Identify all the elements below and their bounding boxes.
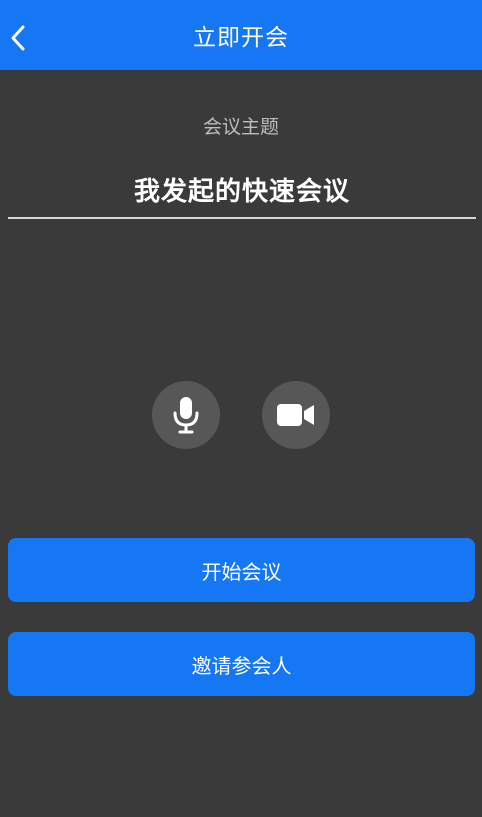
microphone-toggle-button[interactable] [152,381,220,449]
meeting-topic-input[interactable] [8,165,476,213]
camera-toggle-button[interactable] [262,381,330,449]
video-camera-icon [277,404,314,426]
topic-underline [8,217,476,219]
meeting-topic-label: 会议主题 [202,116,279,138]
page-title: 立即开会 [193,25,289,51]
start-meeting-button[interactable]: 开始会议 [8,538,475,602]
top-nav-bar: 立即开会 [0,0,482,70]
invite-participants-button[interactable]: 邀请参会人 [8,632,475,696]
microphone-icon [173,397,199,434]
